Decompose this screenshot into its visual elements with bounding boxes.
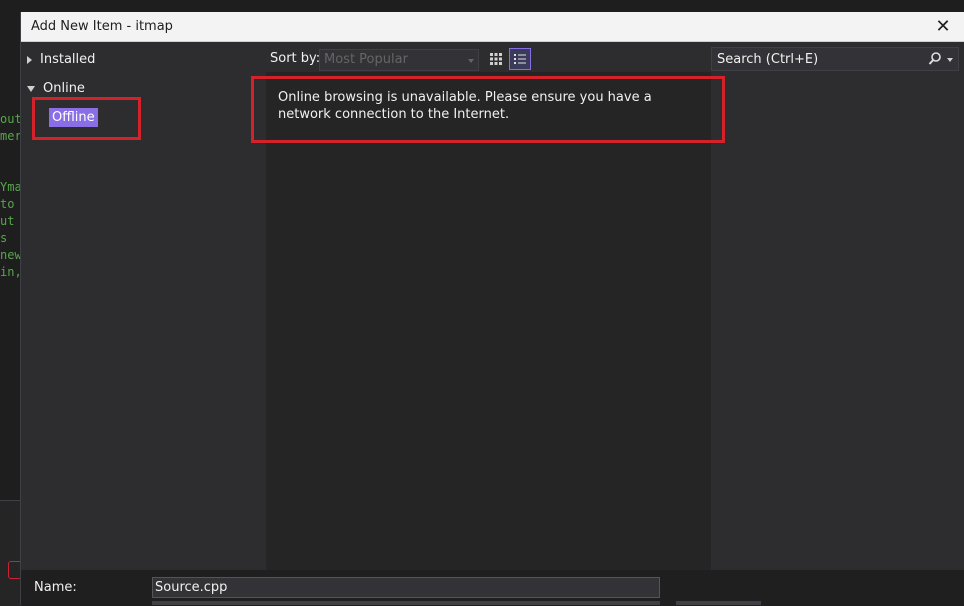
code-line: mer <box>0 129 22 143</box>
close-icon: ✕ <box>935 15 951 37</box>
highlight-box-message <box>251 76 725 143</box>
code-line: s <box>0 231 8 245</box>
tree-node-online[interactable]: Online <box>27 81 85 96</box>
highlight-box-offline <box>32 97 141 140</box>
code-line: new <box>0 248 22 262</box>
search-placeholder: Search (Ctrl+E) <box>717 52 819 67</box>
tree-node-label: Installed <box>40 52 96 67</box>
grid-view-icon <box>490 53 502 65</box>
dialog-title-bar: Add New Item - itmap ✕ <box>21 12 964 42</box>
code-line: out <box>0 112 22 126</box>
tree-node-label: Online <box>43 81 85 96</box>
background-output-panel <box>0 500 22 606</box>
grid-view-button[interactable] <box>485 48 507 70</box>
code-line: in, <box>0 265 22 279</box>
browse-button-edge <box>676 601 761 605</box>
sort-by-label: Sort by: <box>270 51 321 66</box>
location-input-edge <box>152 601 660 605</box>
search-icon[interactable] <box>928 51 942 67</box>
template-list <box>266 72 711 570</box>
name-label: Name: <box>34 580 77 595</box>
close-button[interactable]: ✕ <box>932 14 954 38</box>
code-line: to <box>0 197 15 211</box>
list-view-icon <box>514 54 526 64</box>
tree-node-installed[interactable]: Installed <box>27 52 95 67</box>
sort-by-dropdown[interactable]: Most Popular <box>319 49 479 71</box>
list-view-button[interactable] <box>509 48 531 70</box>
add-new-item-dialog: Add New Item - itmap ✕ Installed Online … <box>20 12 964 605</box>
expand-arrow-icon[interactable] <box>27 55 32 64</box>
search-options-chevron-icon[interactable] <box>947 58 953 62</box>
chevron-down-icon <box>468 59 474 63</box>
name-input[interactable] <box>152 577 660 598</box>
dialog-title: Add New Item - itmap <box>31 19 173 34</box>
sort-by-value: Most Popular <box>324 52 408 67</box>
search-input[interactable]: Search (Ctrl+E) <box>711 47 959 71</box>
collapse-arrow-icon[interactable] <box>27 85 35 92</box>
